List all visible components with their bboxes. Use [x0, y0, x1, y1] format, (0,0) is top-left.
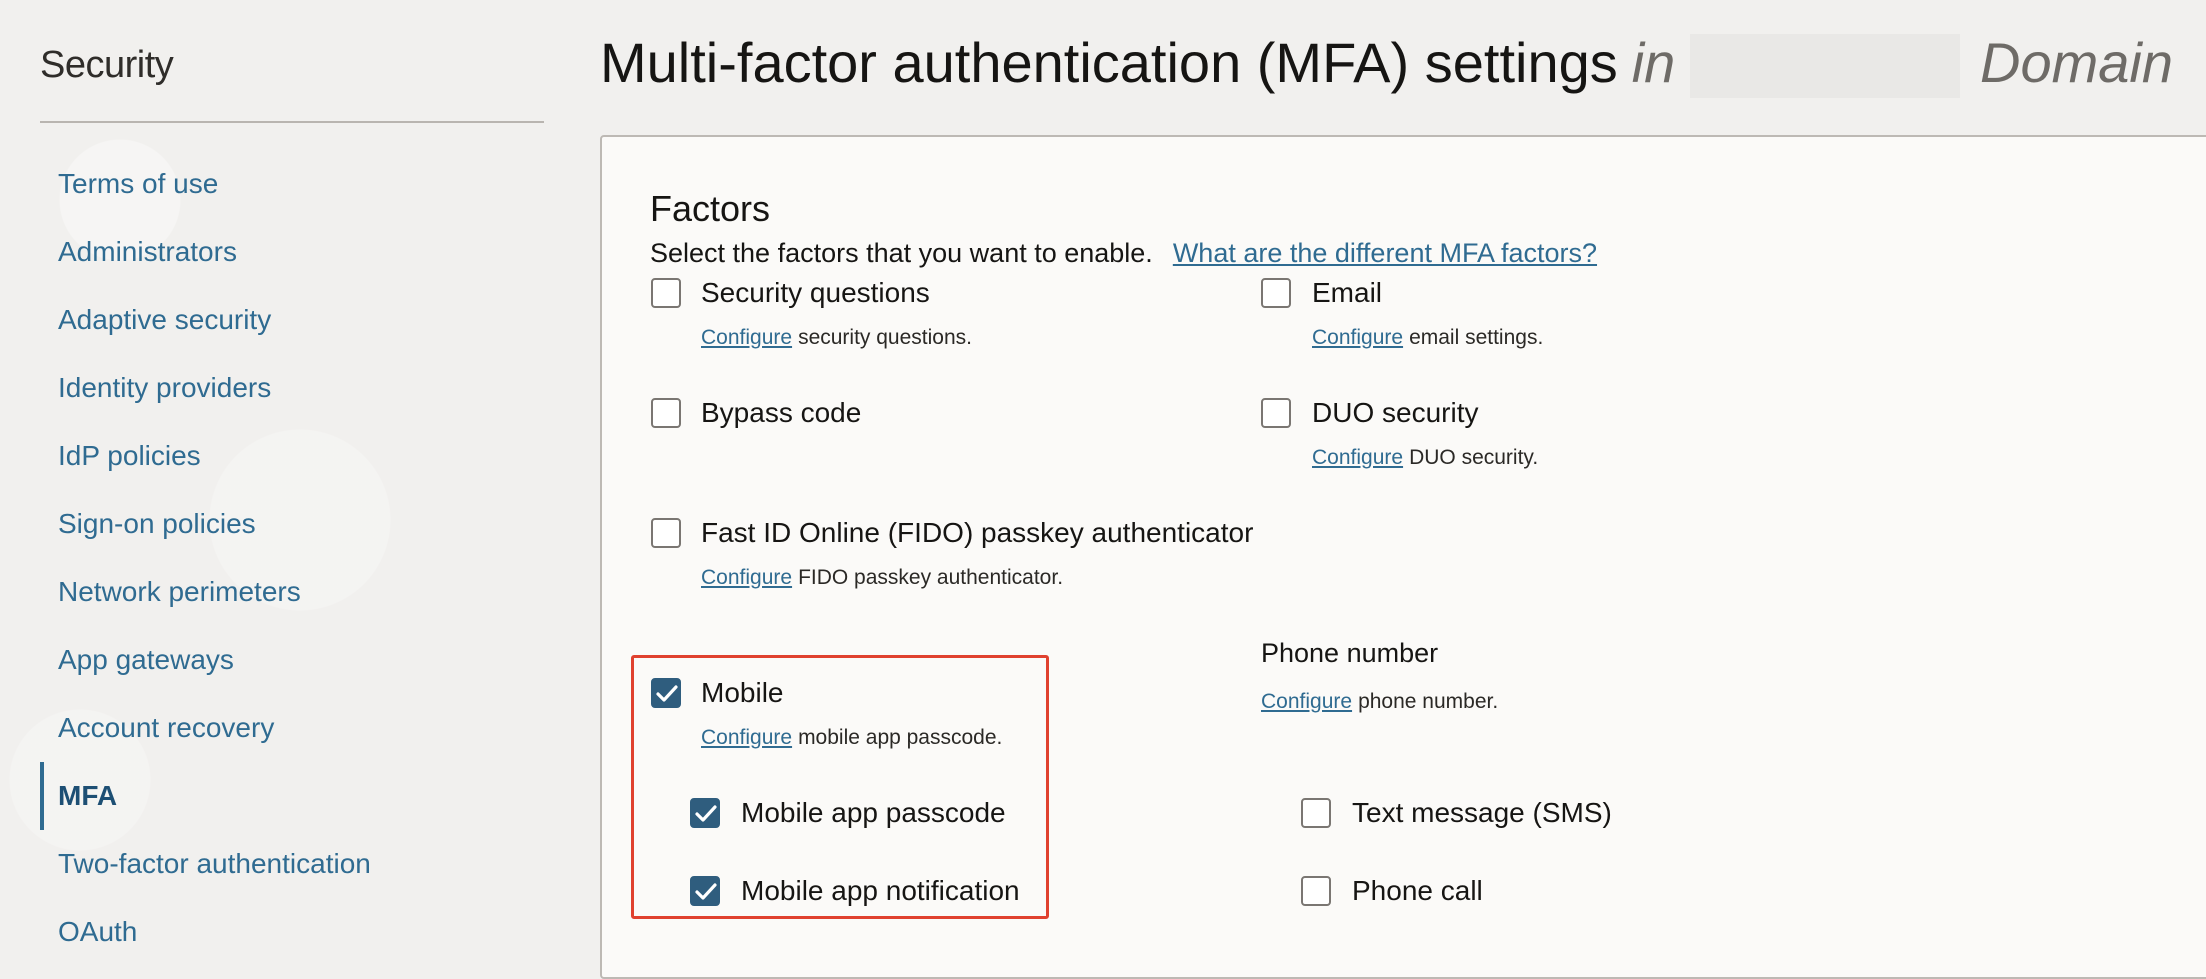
phone-number-config-text: phone number. — [1358, 690, 1499, 713]
mobile-app-passcode-label: Mobile app passcode — [741, 797, 1006, 828]
sidebar-item-administrators[interactable]: Administrators — [40, 218, 544, 286]
sidebar-item-adaptive-security[interactable]: Adaptive security — [40, 286, 544, 354]
sidebar-item-network-perimeters[interactable]: Network perimeters — [40, 558, 544, 626]
email-configure: Configure email settings. — [1312, 326, 1543, 350]
mobile-app-passcode-checkbox[interactable] — [690, 798, 720, 828]
phone-call-checkbox[interactable] — [1301, 876, 1331, 906]
sidebar-item-idp-policies[interactable]: IdP policies — [40, 422, 544, 490]
text-message-checkbox[interactable] — [1301, 798, 1331, 828]
checkmark-icon — [656, 685, 678, 702]
configure-mobile-link[interactable]: Configure — [701, 726, 792, 749]
sidebar-item-oauth[interactable]: OAuth — [40, 898, 544, 966]
mfa-factors-help-link[interactable]: What are the different MFA factors? — [1173, 238, 1597, 268]
factors-description: Select the factors that you want to enab… — [650, 238, 1597, 269]
checkmark-icon — [695, 883, 717, 900]
duo-security-label: DUO security — [1312, 397, 1479, 428]
bypass-code-label: Bypass code — [701, 397, 862, 428]
security-questions-label: Security questions — [701, 277, 930, 308]
configure-phone-number-link[interactable]: Configure — [1261, 690, 1352, 713]
security-questions-checkbox[interactable] — [651, 278, 681, 308]
fido-configure: Configure FIDO passkey authenticator. — [701, 566, 1063, 590]
page-title-text: Multi-factor authentication (MFA) settin… — [600, 31, 1618, 94]
email-config-text: email settings. — [1409, 326, 1544, 349]
sidebar: Security Terms of use Administrators Ada… — [0, 0, 560, 958]
fido-checkbox[interactable] — [651, 518, 681, 548]
phone-call-label: Phone call — [1352, 875, 1483, 906]
domain-name-placeholder — [1690, 34, 1960, 98]
page-title: Multi-factor authentication (MFA) settin… — [600, 30, 1675, 95]
sidebar-item-account-recovery[interactable]: Account recovery — [40, 694, 544, 762]
email-label: Email — [1312, 277, 1383, 308]
sidebar-item-mfa[interactable]: MFA — [40, 762, 544, 830]
configure-duo-security-link[interactable]: Configure — [1312, 446, 1403, 469]
security-questions-config-text: security questions. — [798, 326, 972, 349]
sidebar-item-identity-providers[interactable]: Identity providers — [40, 354, 544, 422]
sidebar-title: Security — [40, 44, 174, 86]
domain-label: Domain — [1980, 31, 2173, 94]
configure-security-questions-link[interactable]: Configure — [701, 326, 792, 349]
duo-security-checkbox[interactable] — [1261, 398, 1291, 428]
mobile-app-notification-checkbox[interactable] — [690, 876, 720, 906]
phone-number-heading: Phone number — [1261, 638, 1439, 668]
email-checkbox[interactable] — [1261, 278, 1291, 308]
configure-fido-link[interactable]: Configure — [701, 566, 792, 589]
factors-heading: Factors — [650, 188, 771, 229]
fido-config-text: FIDO passkey authenticator. — [798, 566, 1064, 589]
bypass-code-checkbox[interactable] — [651, 398, 681, 428]
sidebar-item-sign-on-policies[interactable]: Sign-on policies — [40, 490, 544, 558]
page-title-in: in — [1631, 31, 1676, 94]
sidebar-nav: Terms of use Administrators Adaptive sec… — [40, 150, 544, 966]
factors-description-text: Select the factors that you want to enab… — [650, 238, 1153, 268]
duo-security-configure: Configure DUO security. — [1312, 446, 1538, 470]
mobile-configure: Configure mobile app passcode. — [701, 726, 1002, 750]
sidebar-item-two-factor-authentication[interactable]: Two-factor authentication — [40, 830, 544, 898]
mobile-checkbox[interactable] — [651, 678, 681, 708]
mobile-label: Mobile — [701, 677, 784, 708]
text-message-label: Text message (SMS) — [1352, 797, 1612, 828]
security-questions-configure: Configure security questions. — [701, 326, 972, 350]
phone-number-configure: Configure phone number. — [1261, 690, 1498, 714]
mobile-config-text: mobile app passcode. — [798, 726, 1003, 749]
sidebar-item-terms-of-use[interactable]: Terms of use — [40, 150, 544, 218]
duo-security-config-text: DUO security. — [1409, 446, 1539, 469]
sidebar-divider — [40, 121, 544, 123]
checkmark-icon — [695, 805, 717, 822]
mobile-app-notification-label: Mobile app notification — [741, 875, 1020, 906]
configure-email-link[interactable]: Configure — [1312, 326, 1403, 349]
sidebar-item-app-gateways[interactable]: App gateways — [40, 626, 544, 694]
fido-label: Fast ID Online (FIDO) passkey authentica… — [701, 517, 1254, 548]
